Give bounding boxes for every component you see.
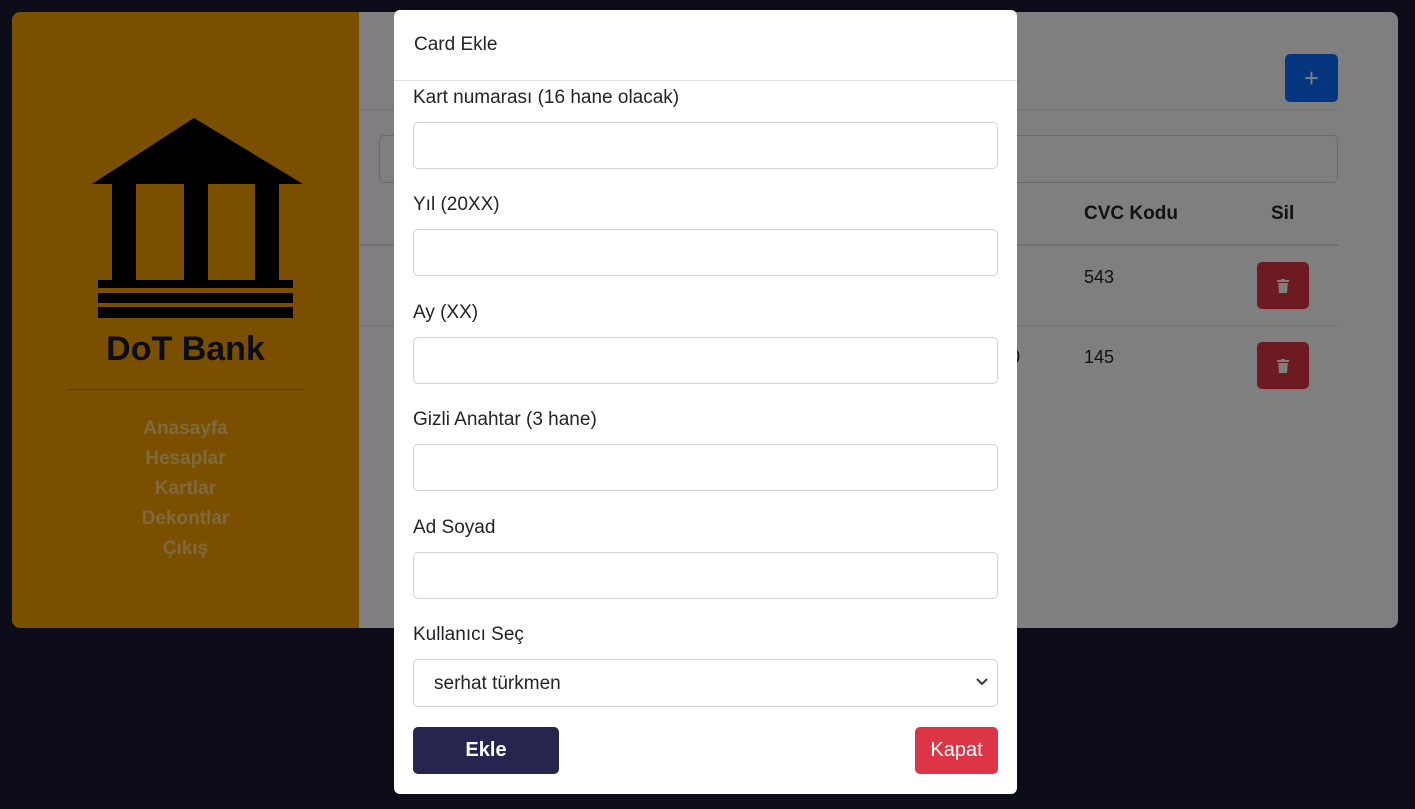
submit-button[interactable]: Ekle — [413, 727, 559, 774]
chevron-down-icon — [976, 678, 988, 686]
add-card-modal: Card Ekle Kart numarası (16 hane olacak)… — [394, 10, 1017, 794]
year-input[interactable] — [413, 229, 998, 276]
close-button[interactable]: Kapat — [915, 727, 998, 774]
card-number-input[interactable] — [413, 122, 998, 169]
user-select-label: Kullanıcı Seç — [413, 624, 524, 645]
user-select[interactable]: serhat türkmen — [413, 659, 998, 707]
month-input[interactable] — [413, 337, 998, 384]
modal-title: Card Ekle — [394, 10, 1017, 81]
full-name-input[interactable] — [413, 552, 998, 599]
user-select-value: serhat türkmen — [434, 673, 561, 694]
secret-key-label: Gizli Anahtar (3 hane) — [413, 409, 597, 430]
full-name-label: Ad Soyad — [413, 517, 496, 538]
year-label: Yıl (20XX) — [413, 194, 500, 215]
card-number-label: Kart numarası (16 hane olacak) — [413, 87, 680, 108]
secret-key-input[interactable] — [413, 444, 998, 491]
month-label: Ay (XX) — [413, 302, 479, 323]
